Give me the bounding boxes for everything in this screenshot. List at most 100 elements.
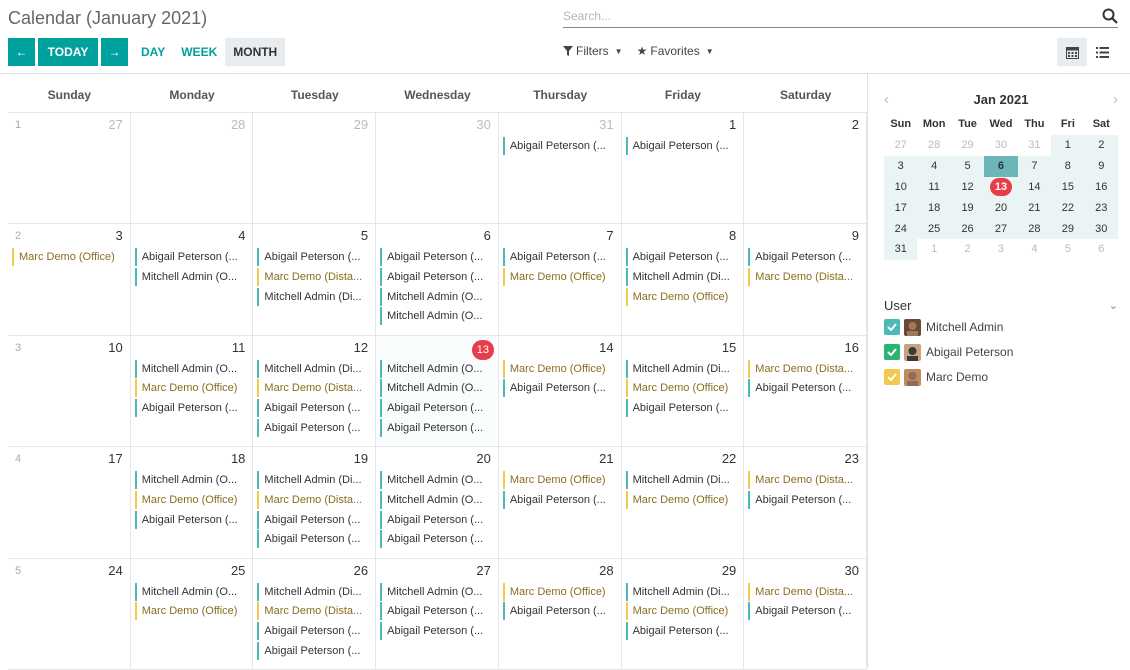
day-cell[interactable]: 13 Mitchell Admin (O... Mitchell Admin (O.…: [376, 335, 499, 448]
mini-day[interactable]: 3: [984, 239, 1017, 260]
filters-dropdown[interactable]: Filters ▼: [563, 44, 623, 58]
calendar-event[interactable]: Abigail Peterson (...: [380, 621, 494, 640]
day-cell[interactable]: 27 Mitchell Admin (O... Abigail Peterson (…: [376, 558, 499, 670]
scale-day-button[interactable]: DAY: [133, 38, 173, 66]
calendar-event[interactable]: Mitchell Admin (Di...: [625, 471, 740, 490]
calendar-event[interactable]: Mitchell Admin (O...: [380, 471, 494, 490]
calendar-event[interactable]: Mitchell Admin (O...: [134, 471, 249, 490]
calendar-event[interactable]: Marc Demo (Dista...: [748, 359, 862, 378]
mini-day[interactable]: 11: [917, 176, 951, 198]
calendar-event[interactable]: Mitchell Admin (Di...: [625, 268, 740, 287]
mini-today[interactable]: 13: [984, 176, 1018, 198]
mini-day[interactable]: 4: [1018, 239, 1051, 260]
calendar-event[interactable]: Abigail Peterson (...: [257, 641, 371, 660]
chevron-down-icon[interactable]: ⌄: [1109, 299, 1118, 312]
calendar-event[interactable]: Abigail Peterson (...: [380, 268, 494, 287]
mini-day[interactable]: 19: [950, 197, 985, 219]
calendar-event[interactable]: Marc Demo (Office): [625, 490, 740, 509]
today-button[interactable]: TODAY: [38, 38, 98, 66]
day-cell[interactable]: 15 Mitchell Admin (Di... Marc Demo (Office…: [621, 335, 745, 448]
day-cell[interactable]: 6 Abigail Peterson (... Abigail Peterson (…: [376, 224, 499, 336]
calendar-event[interactable]: Marc Demo (Office): [134, 379, 249, 398]
calendar-event[interactable]: Marc Demo (Dista...: [748, 268, 862, 287]
day-cell[interactable]: 4 Abigail Peterson (... Mitchell Admin (O.…: [130, 224, 254, 336]
mini-day[interactable]: 5: [950, 155, 985, 177]
mini-day[interactable]: 14: [1017, 176, 1052, 198]
calendar-event[interactable]: Abigail Peterson (...: [502, 490, 617, 509]
calendar-event[interactable]: Mitchell Admin (O...: [380, 307, 494, 326]
mini-day[interactable]: 12: [950, 176, 985, 198]
mini-day[interactable]: 27: [984, 218, 1018, 239]
search-icon[interactable]: [1102, 8, 1118, 24]
day-cell[interactable]: 1 27: [8, 113, 131, 225]
calendar-event[interactable]: Abigail Peterson (...: [625, 248, 740, 267]
calendar-event[interactable]: Marc Demo (Office): [625, 379, 740, 398]
calendar-event[interactable]: Abigail Peterson (...: [502, 248, 617, 267]
calendar-event[interactable]: Mitchell Admin (O...: [134, 268, 249, 287]
mini-day[interactable]: 8: [1051, 155, 1085, 177]
day-cell[interactable]: 2: [744, 113, 867, 225]
day-cell[interactable]: 30: [376, 113, 499, 225]
favorites-dropdown[interactable]: ★ Favorites ▼: [637, 44, 714, 58]
calendar-event[interactable]: Abigail Peterson (...: [380, 530, 494, 549]
mini-day[interactable]: 28: [1017, 218, 1052, 239]
calendar-event[interactable]: Marc Demo (Office): [502, 359, 617, 378]
list-view-button[interactable]: [1087, 38, 1117, 66]
day-cell[interactable]: 26 Mitchell Admin (Di... Marc Demo (Dista.…: [253, 558, 377, 670]
calendar-event[interactable]: Marc Demo (Office): [12, 248, 126, 267]
mini-day[interactable]: 26: [950, 218, 985, 239]
calendar-event[interactable]: Marc Demo (Office): [502, 471, 617, 490]
mini-day[interactable]: 24: [884, 218, 918, 239]
calendar-event[interactable]: Abigail Peterson (...: [502, 602, 617, 621]
calendar-event[interactable]: Abigail Peterson (...: [502, 379, 617, 398]
calendar-event[interactable]: Abigail Peterson (...: [257, 248, 371, 267]
day-cell[interactable]: 2 3 Marc Demo (Office): [8, 224, 131, 336]
calendar-event[interactable]: Marc Demo (Office): [134, 490, 249, 509]
calendar-event[interactable]: Abigail Peterson (...: [625, 137, 740, 155]
scale-week-button[interactable]: WEEK: [173, 38, 225, 66]
day-cell[interactable]: 1 Abigail Peterson (...: [621, 113, 745, 225]
calendar-event[interactable]: Abigail Peterson (...: [380, 399, 494, 418]
day-cell[interactable]: 5 Abigail Peterson (... Marc Demo (Dista..…: [253, 224, 377, 336]
user-filter-header[interactable]: User ⌄: [884, 296, 1118, 314]
calendar-event[interactable]: Abigail Peterson (...: [380, 510, 494, 529]
calendar-event[interactable]: Mitchell Admin (O...: [134, 359, 249, 378]
day-cell[interactable]: 22 Mitchell Admin (Di... Marc Demo (Office…: [621, 447, 745, 559]
day-cell[interactable]: 16 Marc Demo (Dista... Abigail Peterson (.…: [744, 335, 867, 448]
day-cell[interactable]: 29: [253, 113, 377, 225]
calendar-event[interactable]: Abigail Peterson (...: [257, 399, 371, 418]
day-cell[interactable]: 18 Mitchell Admin (O... Marc Demo (Office)…: [130, 447, 254, 559]
mini-day[interactable]: 31: [1018, 135, 1051, 156]
calendar-event[interactable]: Marc Demo (Dista...: [257, 379, 371, 398]
calendar-event[interactable]: Abigail Peterson (...: [748, 379, 862, 398]
mini-day[interactable]: 21: [1017, 197, 1052, 219]
calendar-event[interactable]: Mitchell Admin (Di...: [257, 287, 371, 306]
calendar-event[interactable]: Mitchell Admin (Di...: [257, 471, 371, 490]
day-cell[interactable]: 28: [130, 113, 254, 225]
next-button[interactable]: →: [101, 38, 128, 66]
mini-day[interactable]: 28: [917, 135, 950, 156]
day-cell[interactable]: 7 Abigail Peterson (... Marc Demo (Office): [498, 224, 622, 336]
calendar-event[interactable]: Abigail Peterson (...: [625, 399, 740, 418]
day-cell[interactable]: 9 Abigail Peterson (... Marc Demo (Dista..…: [744, 224, 867, 336]
calendar-event[interactable]: Marc Demo (Dista...: [257, 602, 371, 621]
calendar-event[interactable]: Abigail Peterson (...: [748, 248, 862, 267]
calendar-event[interactable]: Abigail Peterson (...: [257, 418, 371, 437]
checkbox-checked[interactable]: [884, 319, 900, 335]
user-filter-item[interactable]: Mitchell Admin: [884, 315, 1118, 339]
mini-day[interactable]: 25: [917, 218, 951, 239]
calendar-event[interactable]: Mitchell Admin (O...: [134, 582, 249, 601]
calendar-event[interactable]: Marc Demo (Office): [134, 602, 249, 621]
mini-day[interactable]: 6: [1085, 239, 1118, 260]
mini-day[interactable]: 15: [1051, 176, 1085, 198]
calendar-event[interactable]: Abigail Peterson (...: [134, 510, 249, 529]
calendar-event[interactable]: Abigail Peterson (...: [257, 530, 371, 549]
mini-day[interactable]: 29: [951, 135, 984, 156]
calendar-event[interactable]: Mitchell Admin (Di...: [625, 582, 740, 601]
calendar-event[interactable]: Mitchell Admin (O...: [380, 379, 494, 398]
mini-day[interactable]: 6: [984, 155, 1018, 177]
calendar-event[interactable]: Mitchell Admin (O...: [380, 359, 494, 378]
calendar-event[interactable]: Abigail Peterson (...: [380, 418, 494, 437]
mini-day[interactable]: 2: [1084, 135, 1118, 156]
mini-day[interactable]: 30: [984, 135, 1017, 156]
